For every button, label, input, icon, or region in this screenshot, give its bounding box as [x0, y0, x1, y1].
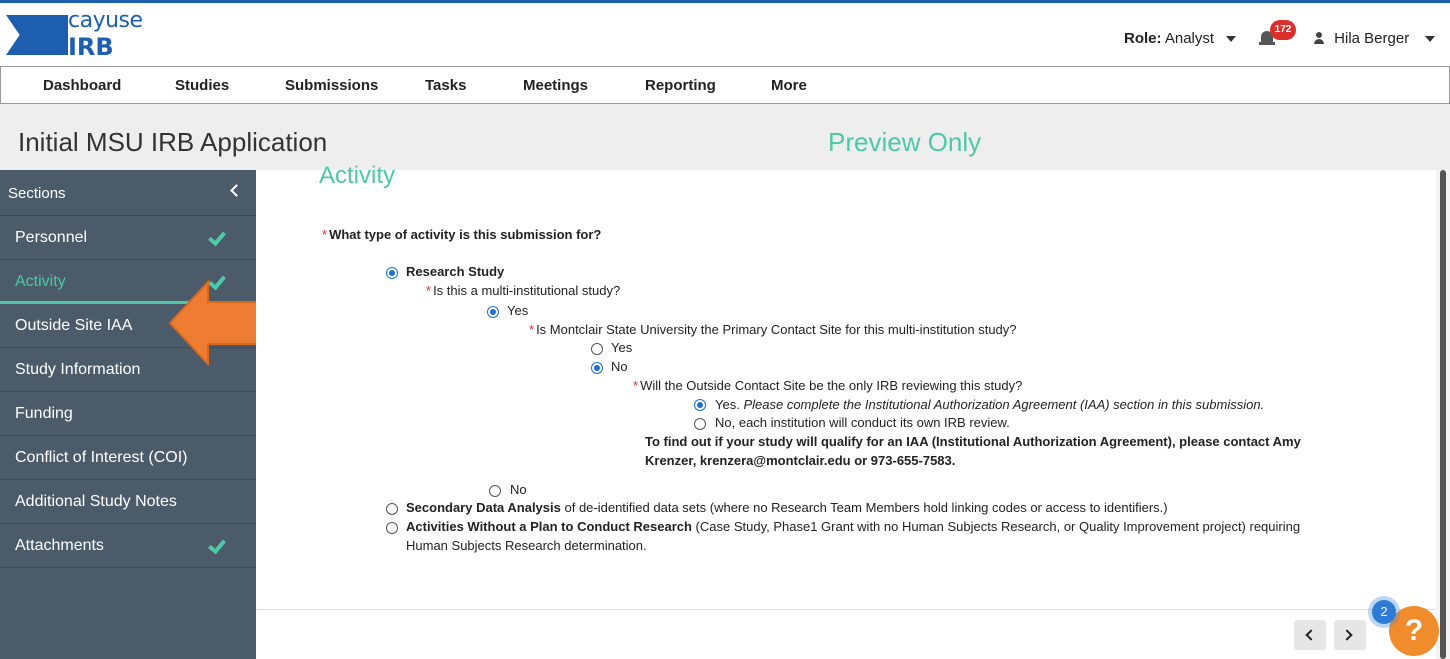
section-heading: Activity: [319, 162, 396, 189]
notification-badge: 172: [1270, 20, 1296, 40]
option-primary-yes-label: Yes: [611, 340, 633, 355]
sidebar-item-coi[interactable]: Conflict of Interest (COI): [0, 436, 256, 480]
iaa-info-line-2: Krenzer, krenzera@montclair.edu or 973-6…: [645, 453, 956, 468]
checkmark-icon: [208, 227, 226, 247]
sidebar-item-label: Study Information: [15, 361, 141, 378]
radio-primary-yes[interactable]: [591, 343, 603, 355]
question-multi-institutional: * Is this a multi-institutional study?: [426, 283, 621, 298]
radio-primary-no[interactable]: [591, 362, 603, 374]
option-only-irb-no-label: No, each institution will conduct its ow…: [715, 415, 1010, 430]
option-multi-yes-label: Yes: [507, 303, 529, 318]
nav-more[interactable]: More: [771, 77, 807, 94]
top-header: cayuse IRB Role: Analyst 172 Hila Berger: [0, 0, 1450, 66]
radio-activities-without-plan[interactable]: [386, 522, 398, 534]
sidebar-item-label: Activity: [15, 273, 66, 290]
question-primary-contact-site: * Is Montclair State University the Prima…: [529, 322, 1017, 337]
role-label: Role:: [1124, 30, 1162, 47]
help-count-badge: 2: [1372, 600, 1396, 624]
option-primary-no-label: No: [611, 359, 628, 374]
radio-secondary-data[interactable]: [386, 503, 398, 515]
chevron-down-icon: [1226, 36, 1237, 43]
nav-tasks[interactable]: Tasks: [425, 77, 466, 94]
option-only-irb-yes-label: Yes. Please complete the Institutional A…: [715, 397, 1265, 412]
main-nav: Dashboard Studies Submissions Tasks Meet…: [0, 66, 1450, 104]
nav-studies[interactable]: Studies: [175, 77, 229, 94]
option-activities-line-2: Human Subjects Research determination.: [406, 538, 647, 553]
user-menu[interactable]: Hila Berger: [1314, 30, 1436, 47]
help-button[interactable]: ?: [1389, 606, 1439, 656]
chevron-right-icon: [1341, 629, 1353, 641]
nav-reporting[interactable]: Reporting: [645, 77, 716, 94]
question-activity-type: * What type of activity is this submissio…: [322, 227, 602, 242]
main-content: Activity * What type of activity is this …: [256, 162, 1450, 659]
option-research-study-label: Research Study: [406, 264, 505, 279]
preview-only-label: Preview Only: [828, 127, 982, 157]
user-name: Hila Berger: [1334, 30, 1410, 47]
content-divider: [256, 609, 1436, 610]
sidebar-item-label: Attachments: [15, 537, 104, 554]
arrow-annotation-icon: [168, 280, 269, 366]
option-secondary-data-label: Secondary Data Analysis of de-identified…: [406, 500, 1168, 515]
chevron-down-icon: [1425, 36, 1436, 43]
sidebar-item-label: Outside Site IAA: [15, 317, 133, 334]
collapse-chevron-icon[interactable]: [230, 184, 243, 197]
option-multi-no-label: No: [510, 482, 527, 497]
nav-dashboard[interactable]: Dashboard: [43, 77, 121, 94]
sidebar-item-personnel[interactable]: Personnel: [0, 216, 256, 260]
page-title: Initial MSU IRB Application: [18, 127, 328, 157]
role-value: Analyst: [1164, 30, 1215, 47]
radio-only-irb-yes[interactable]: [694, 399, 706, 411]
cayuse-irb-logo[interactable]: cayuse IRB: [6, 7, 146, 65]
sidebar-heading: Sections: [8, 185, 66, 202]
question-only-irb: * Will the Outside Contact Site be the on…: [633, 378, 1023, 393]
sidebar-header: Sections: [0, 170, 256, 216]
previous-section-button[interactable]: [1294, 620, 1326, 650]
user-icon: [1314, 32, 1324, 44]
logo-flag-icon: [6, 15, 68, 55]
radio-only-irb-no[interactable]: [694, 418, 706, 430]
sidebar-item-label: Personnel: [15, 229, 88, 246]
checkmark-icon: [208, 535, 226, 555]
sidebar-item-attachments[interactable]: Attachments: [0, 524, 256, 568]
sidebar-item-label: Funding: [15, 405, 73, 422]
next-section-button[interactable]: [1334, 620, 1366, 650]
chevron-left-icon: [1305, 629, 1317, 641]
sidebar-item-funding[interactable]: Funding: [0, 392, 256, 436]
scrollbar-thumb[interactable]: [1440, 170, 1446, 659]
sections-sidebar: Sections Personnel Activity Outside Site…: [0, 170, 256, 659]
nav-submissions[interactable]: Submissions: [285, 77, 378, 94]
radio-multi-no[interactable]: [489, 485, 501, 497]
iaa-info-line-1: To find out if your study will qualify f…: [645, 434, 1301, 449]
sidebar-item-additional-notes[interactable]: Additional Study Notes: [0, 480, 256, 524]
role-selector[interactable]: Role: Analyst: [1124, 30, 1237, 47]
radio-multi-yes[interactable]: [487, 306, 499, 318]
nav-meetings[interactable]: Meetings: [523, 77, 588, 94]
radio-research-study[interactable]: [386, 267, 398, 279]
sidebar-item-label: Additional Study Notes: [15, 493, 177, 510]
sidebar-item-label: Conflict of Interest (COI): [15, 449, 188, 466]
option-activities-without-plan-label: Activities Without a Plan to Conduct Res…: [406, 519, 1301, 534]
page-title-bar: Initial MSU IRB Application Preview Only: [0, 104, 1450, 170]
logo-text-top: cayuse: [68, 8, 143, 33]
logo-text-bottom: IRB: [68, 33, 114, 61]
